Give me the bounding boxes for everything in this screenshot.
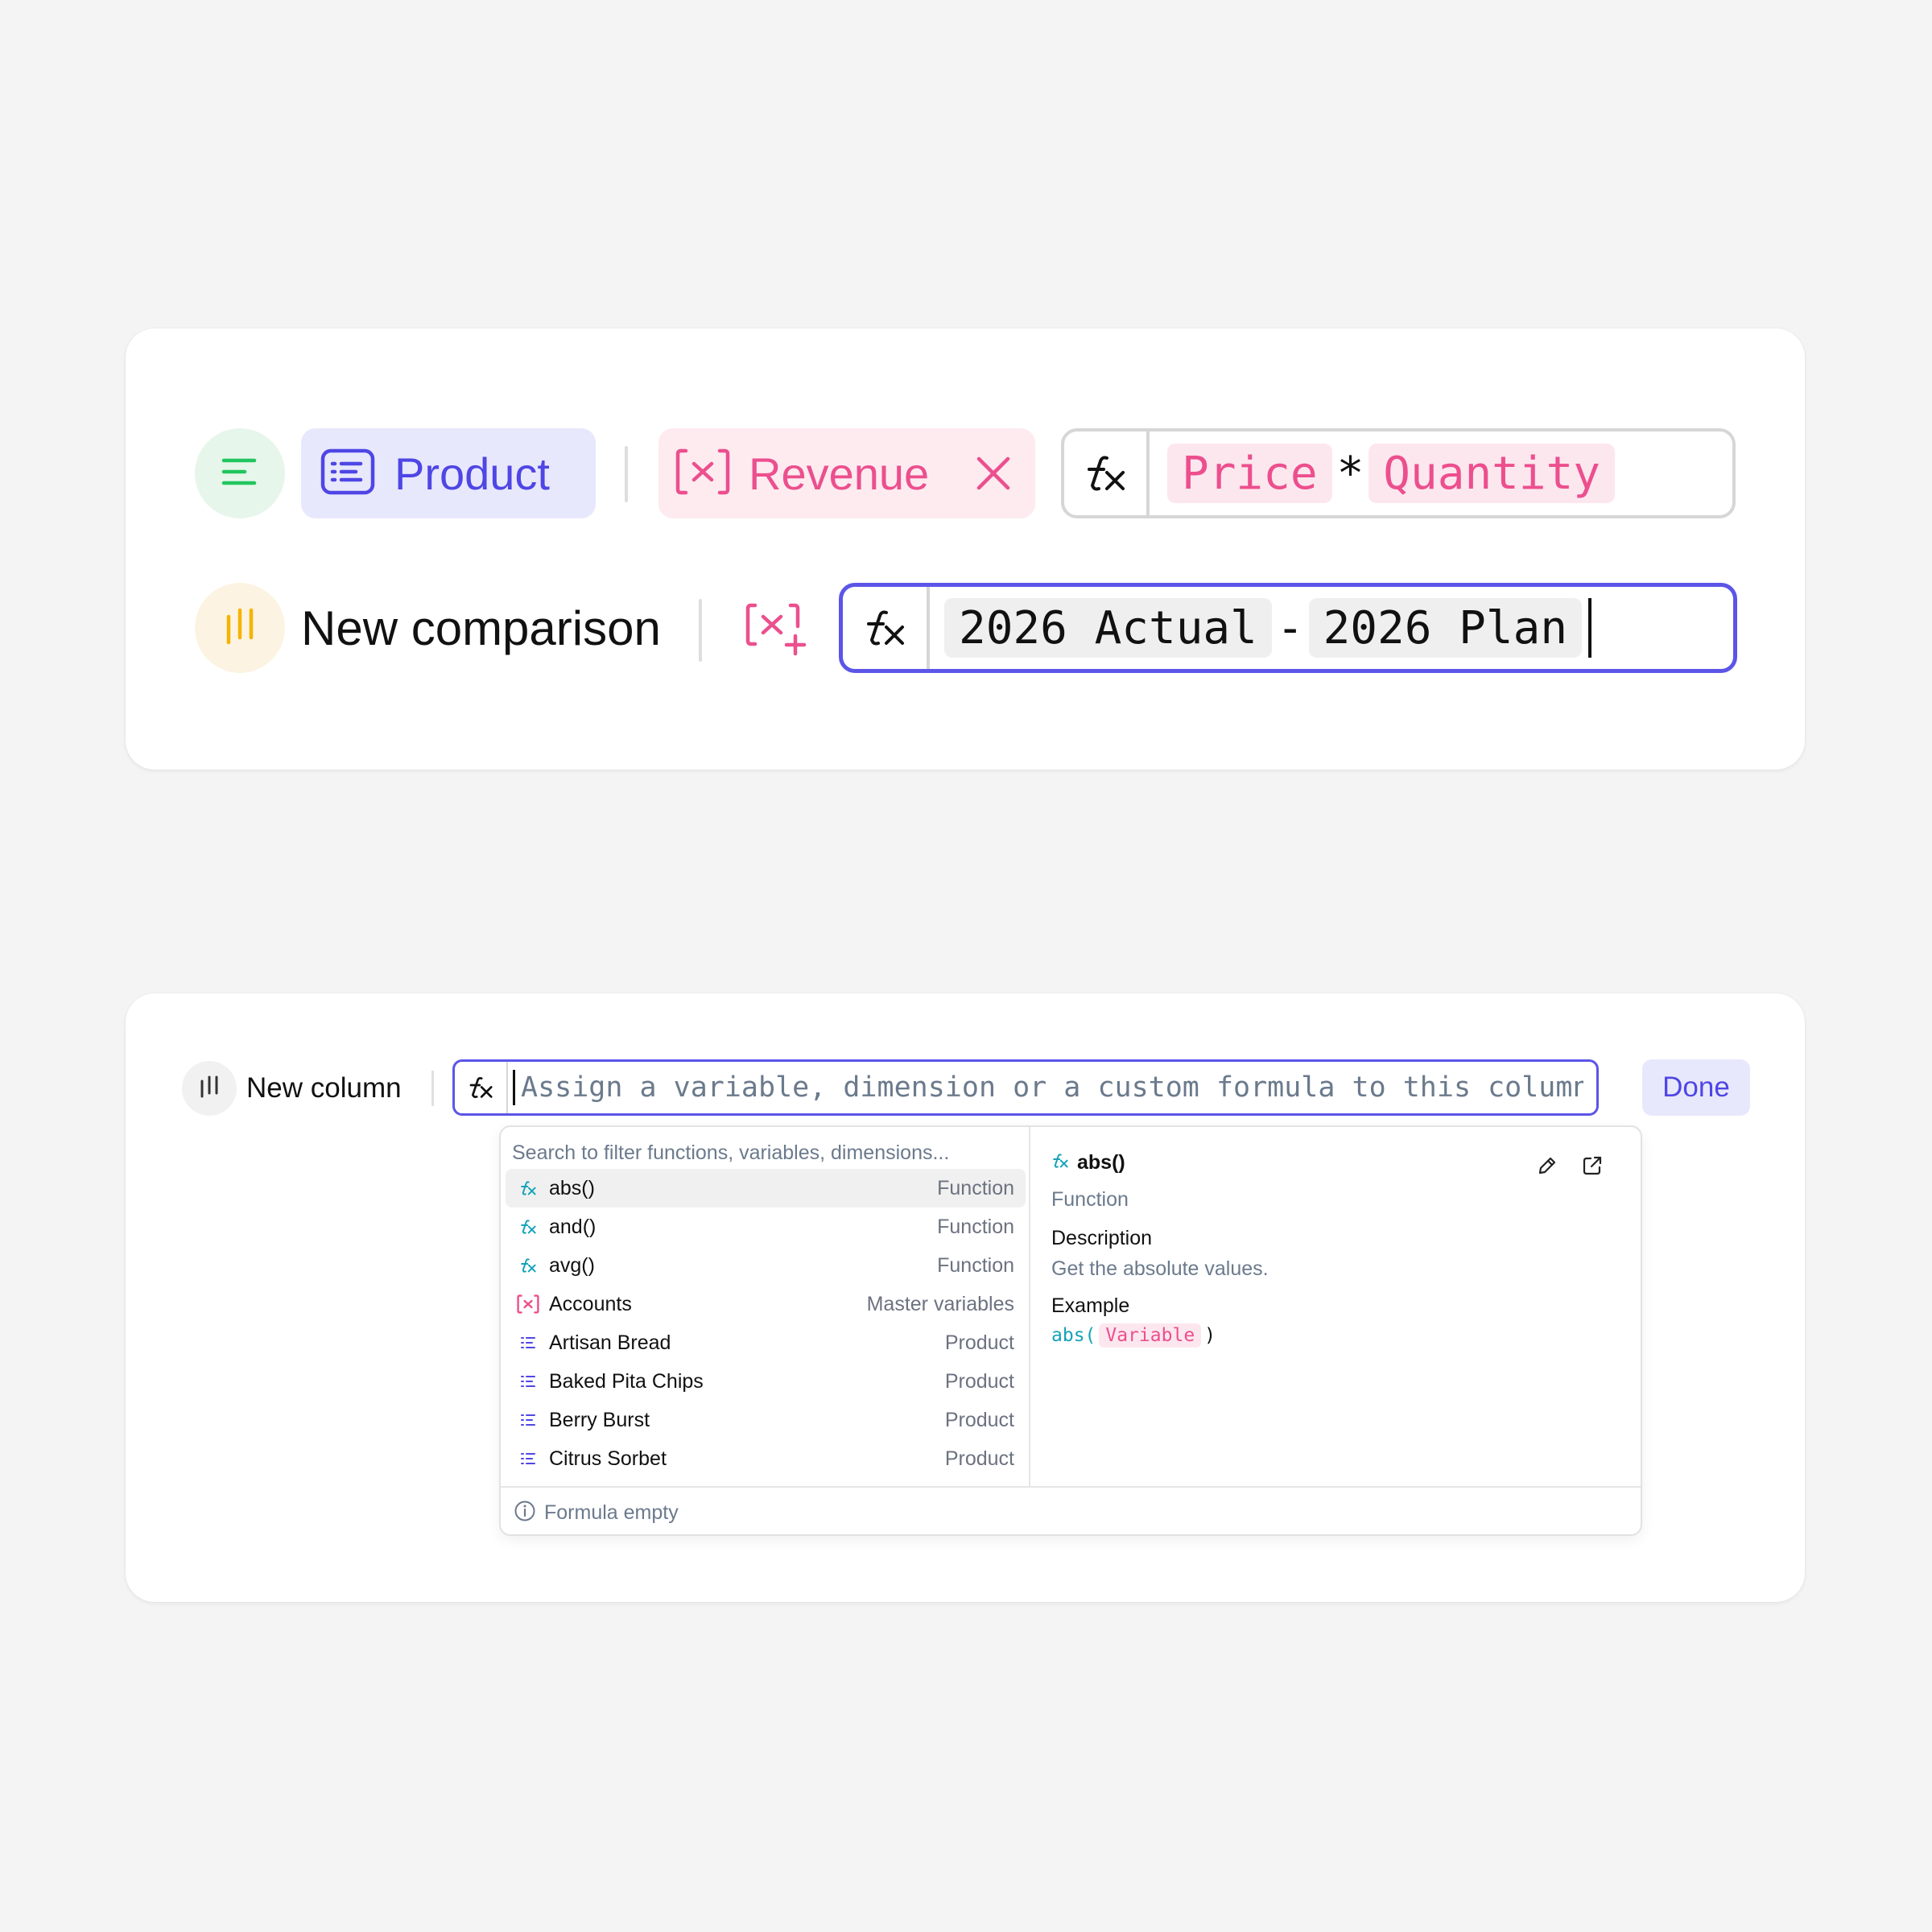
scenario-token[interactable]: 2026 Plan [1308, 598, 1583, 658]
list-item-kind: Product [944, 1408, 1014, 1431]
suggestions-search-input[interactable] [512, 1138, 1019, 1167]
info-icon [514, 1500, 536, 1526]
example-variable-token: Variable [1099, 1323, 1202, 1348]
comparison-type-badge [195, 583, 285, 673]
list-item[interactable]: avg() Function [506, 1246, 1026, 1285]
formula-tokens: Price * Quantity [1167, 444, 1616, 503]
list-item-kind: Product [944, 1331, 1014, 1354]
list-item-name: Citrus Sorbet [549, 1447, 667, 1470]
fx-icon [1064, 431, 1150, 515]
example-close-paren: ) [1204, 1325, 1216, 1346]
list-item[interactable]: abs() Function [506, 1169, 1026, 1208]
variable-token[interactable]: Price [1167, 444, 1332, 503]
example-label: Example [1051, 1294, 1130, 1317]
fx-icon [1051, 1153, 1069, 1173]
list-lines-icon [517, 1447, 539, 1470]
list-item-kind: Product [944, 1447, 1014, 1470]
detail-title: abs() [1077, 1151, 1125, 1174]
dimension-chip-label: Product [394, 448, 550, 499]
fx-icon [517, 1216, 539, 1238]
add-variable-icon[interactable] [745, 602, 808, 657]
comparison-label: New comparison [301, 601, 661, 655]
formula-input[interactable] [521, 1062, 1583, 1113]
description-label: Description [1051, 1227, 1153, 1249]
formula-field-comparison[interactable]: 2026 Actual - 2026 Plan [839, 583, 1737, 673]
list-item-kind: Function [937, 1176, 1014, 1199]
formula-field-revenue[interactable]: Price * Quantity [1061, 428, 1736, 518]
list-item[interactable]: Accounts Master variables [506, 1285, 1026, 1323]
list-lines-icon [517, 1331, 539, 1354]
dimension-chip-product[interactable]: Product [301, 428, 596, 518]
formula-tokens: 2026 Actual - 2026 Plan [944, 598, 1592, 658]
formula-field-new-column[interactable] [452, 1059, 1599, 1116]
column-label: New column [246, 1072, 402, 1104]
list-card-icon [320, 448, 375, 499]
list-item-kind: Master variables [866, 1292, 1014, 1315]
description-text: Get the absolute values. [1051, 1257, 1269, 1280]
fx-icon [455, 1062, 508, 1113]
comparison-bars-icon [224, 607, 256, 650]
fx-icon [517, 1254, 539, 1277]
comparison-bars-icon [199, 1075, 220, 1103]
variable-x-icon [517, 1293, 539, 1315]
column-type-badge [182, 1061, 237, 1116]
list-item-name: Baked Pita Chips [549, 1369, 704, 1393]
list-item[interactable]: and() Function [506, 1208, 1026, 1246]
divider [431, 1071, 434, 1106]
operator-token: * [1336, 447, 1364, 500]
text-caret [1588, 598, 1592, 658]
example-function: abs( [1051, 1325, 1096, 1346]
list-item[interactable]: Citrus Sorbet Product [506, 1439, 1026, 1478]
list-item-kind: Product [944, 1369, 1014, 1393]
variable-chip-label: Revenue [749, 448, 930, 499]
close-icon[interactable] [974, 454, 1013, 493]
formula-examples-card: Product Revenue Price * Quantity New com… [126, 328, 1805, 770]
list-lines-icon [221, 456, 259, 492]
variable-token[interactable]: Quantity [1368, 444, 1616, 503]
operator-token: - [1276, 601, 1304, 654]
example-code: abs( Variable ) [1051, 1323, 1216, 1348]
list-lines-icon [517, 1409, 539, 1431]
suggestions-list: abs() Function and() Function avg() Func… [506, 1169, 1026, 1478]
new-column-card: New column Done abs() Function and() [126, 993, 1805, 1602]
dimension-type-badge [195, 428, 285, 518]
suggestions-list-pane: abs() Function and() Function avg() Func… [501, 1127, 1030, 1486]
list-item[interactable]: Baked Pita Chips Product [506, 1362, 1026, 1401]
list-item-kind: Function [937, 1215, 1014, 1238]
scenario-token[interactable]: 2026 Actual [944, 598, 1272, 658]
list-item-name: Berry Burst [549, 1408, 650, 1431]
formula-status-text: Formula empty [544, 1501, 679, 1524]
list-item-name: abs() [549, 1176, 595, 1199]
detail-kind: Function [1051, 1188, 1129, 1211]
formula-suggestions-popover: abs() Function and() Function avg() Func… [499, 1125, 1642, 1536]
variable-chip-revenue[interactable]: Revenue [658, 428, 1035, 518]
list-lines-icon [517, 1370, 539, 1393]
list-item-kind: Function [937, 1253, 1014, 1277]
list-item-name: Artisan Bread [549, 1331, 671, 1354]
popover-footer: Formula empty [501, 1486, 1641, 1534]
external-link-icon[interactable] [1578, 1151, 1607, 1180]
divider [699, 599, 702, 662]
variable-x-icon [675, 448, 731, 500]
divider [625, 446, 628, 502]
list-item-name: and() [549, 1215, 597, 1238]
fx-icon [843, 587, 930, 669]
fx-icon [517, 1177, 539, 1199]
detail-header: abs() [1051, 1151, 1125, 1174]
done-button[interactable]: Done [1642, 1059, 1750, 1116]
list-item[interactable]: Berry Burst Product [506, 1401, 1026, 1439]
text-caret [513, 1070, 515, 1105]
list-item-name: avg() [549, 1253, 595, 1277]
list-item-name: Accounts [549, 1292, 632, 1315]
list-item[interactable]: Artisan Bread Product [506, 1323, 1026, 1362]
pencil-icon[interactable] [1533, 1151, 1562, 1180]
detail-pane: abs() Function Description Get the absol… [1032, 1127, 1641, 1486]
